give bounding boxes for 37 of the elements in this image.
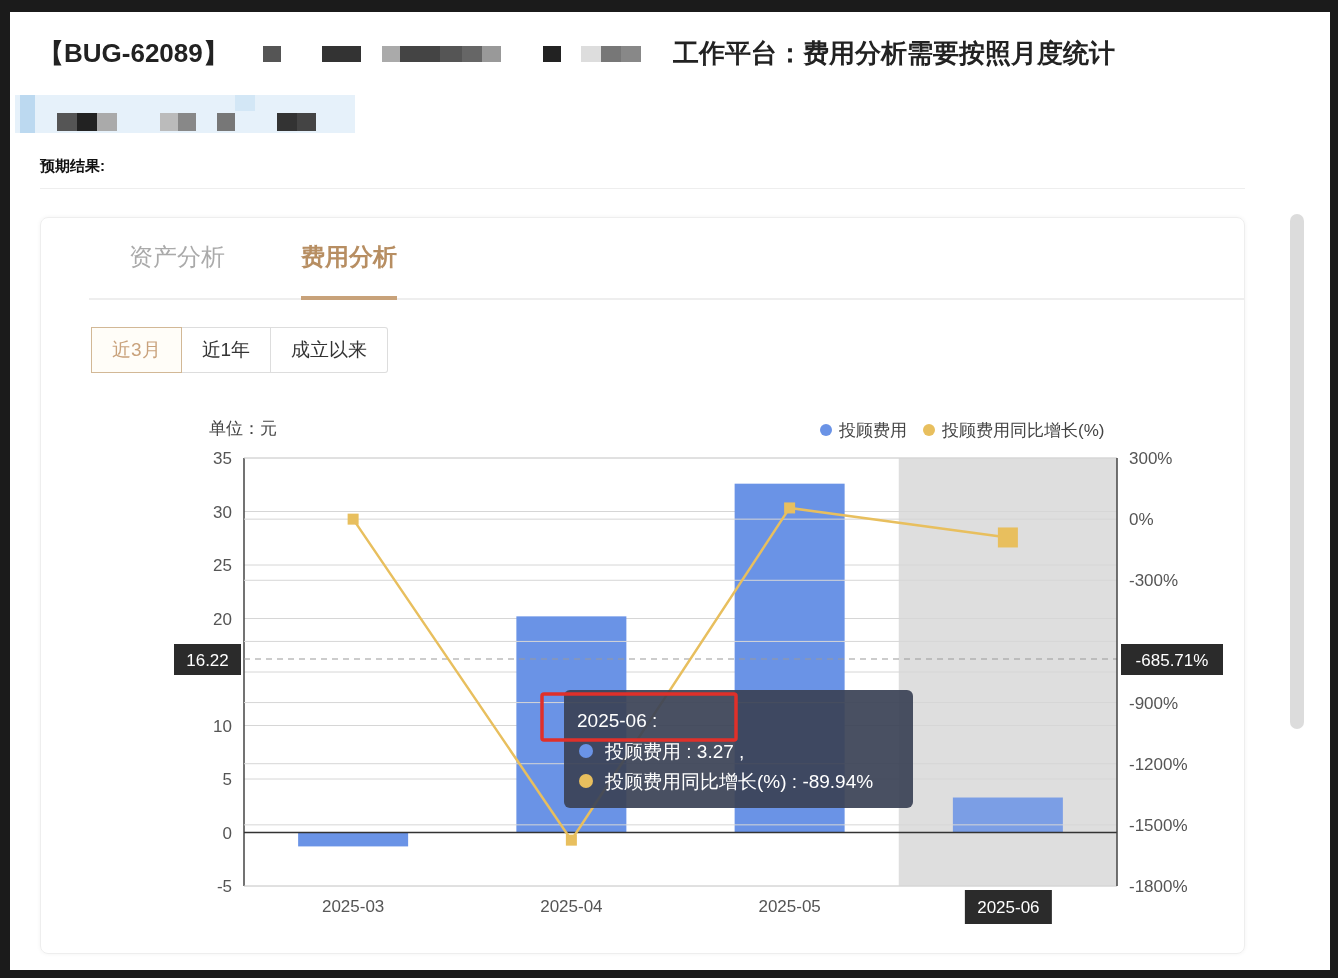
axis-unit-label: 单位：元 xyxy=(209,419,277,438)
bug-id: 【BUG-62089】 xyxy=(38,37,229,70)
axis-tick-label: 0% xyxy=(1129,510,1154,530)
axis-tick-label: -1800% xyxy=(1129,877,1188,896)
axis-tick-label: -1500% xyxy=(1129,815,1188,835)
axis-tick-label: 20 xyxy=(213,609,232,629)
bug-title: 工作平台：费用分析需要按照月度统计 xyxy=(672,37,1115,70)
axis-tick-label: -900% xyxy=(1129,693,1179,713)
section-label: 预期结果: xyxy=(40,157,105,176)
axis-tick-label: 2025-03 xyxy=(321,897,385,916)
tooltip-title: 2025-06 : xyxy=(577,710,658,731)
axis-tick-label: 5 xyxy=(222,770,232,789)
legend-label: 投顾费用同比增长(%) xyxy=(942,421,1105,440)
pointer-label: 2025-06 xyxy=(977,898,1040,917)
range-button[interactable]: 近1年 xyxy=(181,327,272,373)
tab[interactable]: 资产分析 xyxy=(129,218,225,300)
crosshair-label-background xyxy=(174,644,241,675)
tab[interactable]: 费用分析 xyxy=(301,218,397,300)
axis-tick-label: 25 xyxy=(213,556,232,575)
axis-tick-label: -300% xyxy=(1129,571,1179,591)
tooltip-row: 投顾费用 : 3.27 , xyxy=(605,741,745,762)
crosshair-label: 16.22 xyxy=(186,650,229,670)
crosshair-label: -685.71% xyxy=(1135,650,1209,670)
axis-tick-label: -5 xyxy=(216,877,232,896)
tooltip-row: 投顾费用同比增长(%) : -89.94% xyxy=(605,771,874,792)
axis-tick-label: 2025-04 xyxy=(540,897,603,916)
axis-tick-label: 10 xyxy=(213,716,232,736)
range-button[interactable]: 近3月 xyxy=(91,327,182,373)
scrollbar[interactable] xyxy=(1290,214,1304,729)
legend-label: 投顾费用 xyxy=(839,421,907,440)
axis-tick-label: -1200% xyxy=(1129,754,1188,774)
axis-tick-label: 30 xyxy=(213,502,232,522)
range-button[interactable]: 成立以来 xyxy=(271,327,389,373)
axis-tick-label: 300% xyxy=(1129,449,1173,468)
axis-tick-label: 0 xyxy=(222,823,232,843)
axis-tick-label: 35 xyxy=(213,449,232,468)
axis-tick-label: 2025-05 xyxy=(758,897,821,916)
